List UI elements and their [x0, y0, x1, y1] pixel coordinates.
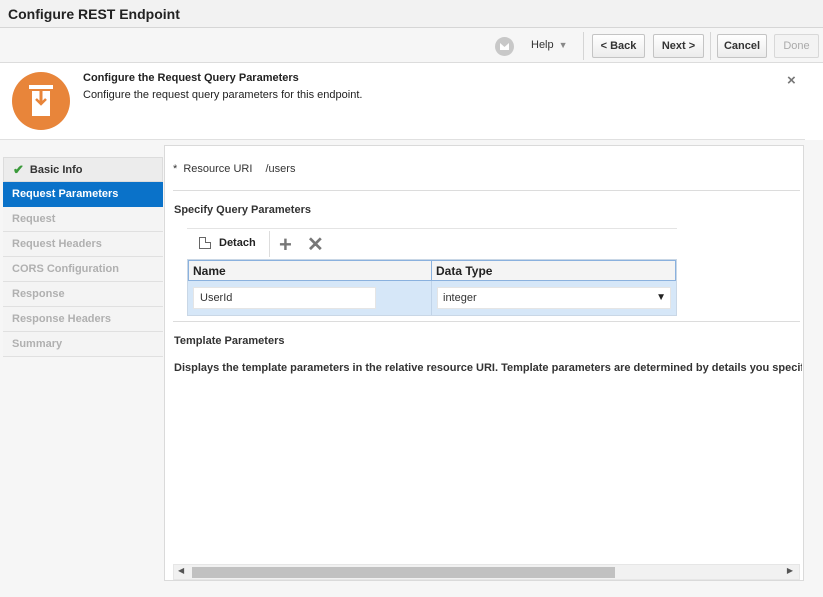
nav-item-label: Request — [12, 213, 56, 225]
wizard-toolbar: Help ▼ < Back Next > Cancel Done — [0, 28, 823, 63]
nav-item-request-headers[interactable]: Request Headers — [3, 232, 163, 257]
next-button[interactable]: Next > — [653, 34, 704, 58]
help-icon[interactable] — [495, 37, 514, 56]
resource-uri-label: Resource URI — [183, 163, 253, 175]
add-icon[interactable]: + — [279, 232, 292, 258]
toolbar-divider — [583, 32, 584, 60]
detach-button[interactable]: Detach — [199, 237, 256, 249]
table-toolbar: Detach + ✕ — [187, 228, 677, 259]
request-parameters-icon — [12, 72, 70, 130]
detach-label: Detach — [219, 237, 256, 249]
help-label: Help — [531, 39, 554, 51]
nav-item-label: Request Headers — [12, 238, 102, 250]
resource-uri-value: /users — [265, 163, 296, 175]
help-menu[interactable]: Help ▼ — [531, 39, 568, 51]
scrollbar-thumb[interactable] — [192, 567, 615, 578]
detach-icon — [199, 237, 211, 249]
nav-item-label: Response — [12, 288, 65, 300]
done-button[interactable]: Done — [774, 34, 819, 58]
column-header-data-type[interactable]: Data Type — [432, 260, 676, 281]
nav-item-basic-info[interactable]: ✔ Basic Info — [3, 157, 163, 182]
resource-uri-row: * Resource URI /users — [173, 163, 295, 175]
data-type-value: integer — [443, 292, 477, 304]
scroll-right-icon[interactable]: ▶ — [787, 566, 793, 575]
nav-item-label: Summary — [12, 338, 63, 350]
divider — [173, 190, 800, 191]
divider — [173, 321, 800, 322]
query-params-table: Name Data Type UserId integer ▼ — [187, 259, 677, 316]
content-panel: * Resource URI /users Specify Query Para… — [164, 145, 804, 581]
close-icon[interactable]: × — [787, 72, 796, 89]
banner-description: Configure the request query parameters f… — [83, 89, 363, 101]
back-button[interactable]: < Back — [592, 34, 645, 58]
template-params-section-title: Template Parameters — [174, 335, 285, 347]
data-type-cell: integer ▼ — [432, 281, 676, 315]
nav-item-label: Response Headers — [12, 313, 112, 325]
step-banner: Configure the Request Query Parameters C… — [0, 63, 805, 140]
dropdown-arrow-icon: ▼ — [656, 292, 666, 303]
data-type-select[interactable]: integer ▼ — [437, 287, 671, 309]
nav-item-request[interactable]: Request — [3, 207, 163, 232]
chevron-down-icon: ▼ — [558, 40, 568, 50]
table-row[interactable]: UserId integer ▼ — [188, 281, 676, 315]
horizontal-scrollbar[interactable]: ◀ ▶ — [173, 564, 800, 580]
cancel-button[interactable]: Cancel — [717, 34, 767, 58]
toolbar-divider — [710, 32, 711, 60]
banner-title: Configure the Request Query Parameters — [83, 72, 299, 84]
nav-item-response-headers[interactable]: Response Headers — [3, 307, 163, 332]
window-title: Configure REST Endpoint — [8, 6, 180, 22]
table-header: Name Data Type — [188, 260, 676, 281]
nav-item-response[interactable]: Response — [3, 282, 163, 307]
query-params-section-title: Specify Query Parameters — [174, 204, 311, 216]
nav-item-label: CORS Configuration — [12, 263, 119, 275]
nav-item-cors-configuration[interactable]: CORS Configuration — [3, 257, 163, 282]
nav-item-summary[interactable]: Summary — [3, 332, 163, 357]
banner-edge — [805, 63, 823, 140]
wizard-steps-nav: ✔ Basic Info Request Parameters Request … — [3, 157, 163, 357]
scroll-left-icon[interactable]: ◀ — [178, 566, 184, 575]
column-header-name[interactable]: Name — [188, 260, 432, 281]
template-params-description: Displays the template parameters in the … — [174, 362, 802, 374]
name-cell: UserId — [188, 281, 432, 315]
title-bar: Configure REST Endpoint — [0, 0, 823, 28]
checkmark-icon: ✔ — [13, 161, 24, 177]
nav-item-label: Basic Info — [29, 163, 83, 176]
parameter-name-input[interactable]: UserId — [193, 287, 376, 309]
toolbar-divider — [269, 231, 270, 257]
nav-item-request-parameters[interactable]: Request Parameters — [3, 182, 163, 207]
nav-item-label: Request Parameters — [12, 188, 119, 200]
delete-icon[interactable]: ✕ — [307, 232, 324, 257]
required-marker: * — [173, 163, 178, 175]
